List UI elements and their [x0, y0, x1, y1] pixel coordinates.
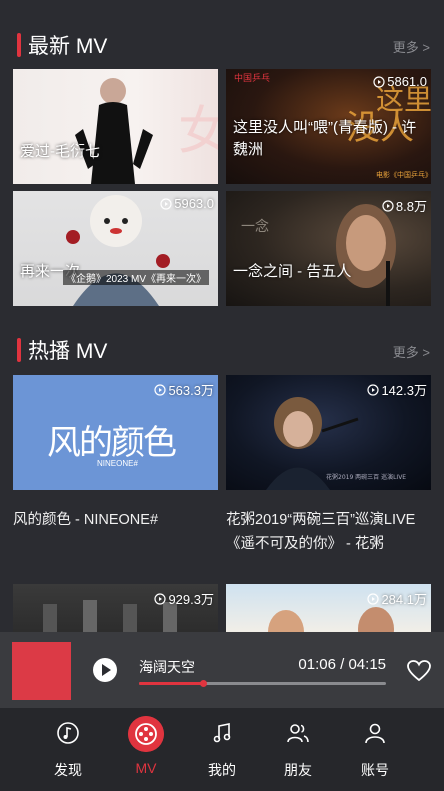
play-count-icon	[160, 197, 172, 210]
hot-more-link[interactable]: 更多 >	[393, 342, 430, 361]
mv-thumbnail[interactable]: 5963.0 再来一次 《企鹅》2023 MV《再来一次》	[13, 191, 218, 306]
mv-art-text: 风的颜色	[47, 423, 177, 463]
mv-title: 这里没人叫“喂”(青春版) - 许魏洲	[233, 119, 417, 158]
mv-thumbnail[interactable]: 929.3万	[13, 584, 218, 632]
heart-icon[interactable]	[406, 659, 432, 683]
mini-player[interactable]: 海阔天空 01:06 / 04:15	[0, 632, 444, 708]
mv-thumbnail[interactable]: 一念 8.8万 一念之间 - 告五人	[226, 191, 431, 306]
view-count-value: 929.3万	[168, 592, 214, 607]
tab-label: 朋友	[284, 762, 312, 778]
mv-art-subtext: NINEONE#	[97, 459, 138, 468]
play-count-icon	[367, 592, 380, 605]
svg-text:中国乒乓: 中国乒乓	[234, 72, 270, 84]
latest-more-link[interactable]: 更多 >	[393, 37, 430, 56]
section-accent-bar	[17, 33, 21, 57]
view-count-value: 5963.0	[174, 196, 214, 211]
play-count-icon	[154, 383, 167, 396]
mv-thumbnail[interactable]: 284.1万	[226, 584, 431, 632]
view-count-value: 284.1万	[381, 592, 427, 607]
tab-friends[interactable]: 朋友	[268, 718, 328, 782]
view-count: 5861.0	[373, 74, 427, 89]
view-count-value: 563.3万	[168, 383, 214, 398]
mv-title: 爱过-毛衍七	[20, 143, 100, 160]
latest-mv-header: 最新 MV 更多 >	[0, 24, 444, 64]
mv-thumbnail[interactable]: 女 爱过-毛衍七	[13, 69, 218, 184]
view-count: 8.8万	[382, 196, 427, 215]
mv-card[interactable]: 5963.0 再来一次 《企鹅》2023 MV《再来一次》	[13, 191, 218, 306]
view-count: 929.3万	[154, 589, 214, 608]
progress-handle[interactable]	[199, 680, 207, 687]
tab-mine[interactable]: 我的	[192, 718, 252, 782]
mv-caption: 《企鹅》2023 MV《再来一次》	[63, 270, 210, 285]
view-count-value: 5861.0	[387, 74, 427, 89]
mv-thumbnail[interactable]: 花粥2019 两碗三百 巡演LIVE 142.3万	[226, 375, 431, 490]
progress-bar[interactable]	[139, 680, 386, 687]
view-count: 284.1万	[367, 589, 427, 608]
tab-label: 我的	[208, 762, 236, 778]
friends-icon	[287, 724, 309, 743]
section-accent-bar	[17, 338, 21, 362]
tab-mv[interactable]: MV	[116, 716, 176, 782]
mv-card[interactable]: 284.1万	[226, 584, 431, 632]
section-title: 最新 MV	[28, 35, 108, 58]
mv-card[interactable]: 女 爱过-毛衍七	[13, 69, 218, 184]
svg-text:电影《中国乒乓》: 电影《中国乒乓》	[376, 170, 431, 179]
tab-label: MV	[135, 760, 157, 776]
mv-title: 一念之间 - 告五人	[233, 263, 352, 280]
album-cover[interactable]	[12, 642, 71, 700]
playback-time: 01:06 / 04:15	[298, 656, 386, 673]
music-icon	[213, 723, 231, 743]
svg-text:一念: 一念	[241, 218, 269, 235]
mv-card[interactable]: 风的颜色 NINEONE# 563.3万 风的颜色 - NINEONE#	[13, 375, 218, 555]
bottom-tab-bar: 发现 MV 我的 朋友 账号	[0, 708, 444, 791]
mv-title: 花粥2019“两碗三百”巡演LIVE《遥不可及的你》 - 花粥	[226, 512, 416, 552]
view-count-value: 142.3万	[381, 383, 427, 398]
tab-account[interactable]: 账号	[345, 718, 405, 782]
play-count-icon	[382, 199, 394, 212]
film-reel-icon	[128, 716, 164, 752]
mv-card[interactable]: 中国乒乓 没人 这里 电影《中国乒乓》 5861.0 这里没人叫“喂”(青春版)…	[226, 69, 431, 184]
music-note-icon	[57, 722, 79, 744]
mv-artwork: 女	[75, 78, 218, 184]
view-count: 563.3万	[154, 380, 214, 399]
view-count: 5963.0	[160, 196, 214, 211]
song-title: 海阔天空	[139, 659, 195, 675]
progress-fill	[139, 682, 203, 685]
view-count: 142.3万	[367, 380, 427, 399]
mv-title: 风的颜色 - NINEONE#	[13, 512, 159, 528]
play-count-icon	[154, 592, 167, 605]
mv-card[interactable]: 一念 8.8万 一念之间 - 告五人	[226, 191, 431, 306]
mv-thumbnail[interactable]: 中国乒乓 没人 这里 电影《中国乒乓》 5861.0 这里没人叫“喂”(青春版)…	[226, 69, 431, 184]
hot-mv-header: 热播 MV 更多 >	[0, 329, 444, 369]
svg-text:花粥2019 两碗三百 巡演LIVE: 花粥2019 两碗三百 巡演LIVE	[326, 473, 406, 481]
play-count-icon	[373, 75, 385, 88]
section-title: 热播 MV	[28, 340, 108, 363]
user-icon	[365, 723, 385, 744]
tab-label: 账号	[361, 762, 389, 778]
tab-label: 发现	[54, 762, 82, 778]
play-count-icon	[367, 383, 380, 396]
mv-card[interactable]: 929.3万	[13, 584, 218, 632]
play-button[interactable]	[93, 658, 117, 682]
mv-thumbnail[interactable]: 风的颜色 NINEONE# 563.3万	[13, 375, 218, 490]
view-count-value: 8.8万	[395, 199, 427, 214]
tab-discover[interactable]: 发现	[38, 718, 98, 782]
mv-card[interactable]: 花粥2019 两碗三百 巡演LIVE 142.3万 花粥2019“两碗三百”巡演…	[226, 375, 438, 555]
